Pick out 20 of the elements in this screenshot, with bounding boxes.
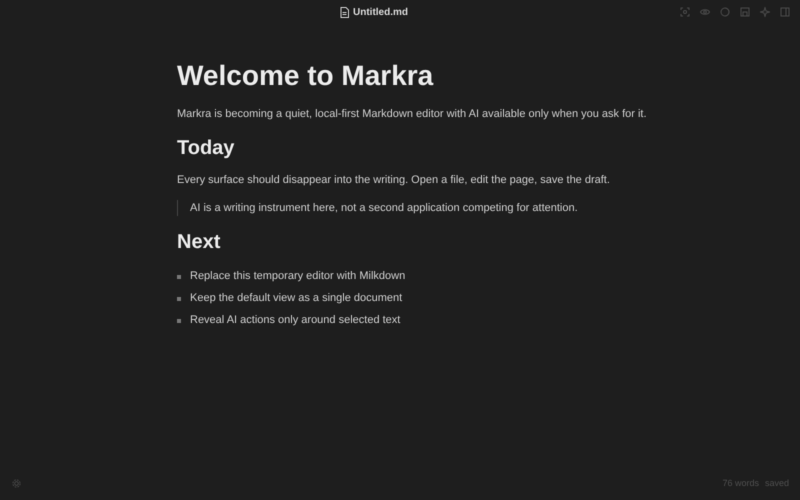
paragraph: Markra is becoming a quiet, local-first Markdown editor with AI available only when you ask for it. [177, 107, 647, 122]
eye-icon[interactable] [700, 7, 710, 17]
list-item: Keep the default view as a single document [190, 291, 402, 306]
file-icon [340, 7, 349, 18]
bullet-icon [177, 296, 181, 300]
panel-icon[interactable] [780, 7, 790, 17]
list-item: Replace this temporary editor with Milkdown [190, 269, 406, 284]
save-icon[interactable] [740, 7, 750, 17]
section-heading: Today [177, 136, 236, 161]
section-heading: Next [177, 230, 222, 255]
paragraph: Every surface should disappear into the writing. Open a file, edit the page, save the draft. [177, 173, 610, 188]
bullet-icon [177, 274, 181, 278]
file-name: Untitled.md [353, 6, 408, 20]
focus-icon[interactable] [680, 7, 690, 17]
settings-icon[interactable] [12, 479, 21, 488]
sparkle-icon[interactable] [760, 7, 770, 17]
bullet-icon [177, 318, 181, 322]
blockquote-text: AI is a writing instrument here, not a second application competing for attention. [190, 200, 578, 216]
document-title: Welcome to Markra [177, 59, 434, 93]
list-item: Reveal AI actions only around selected text [190, 313, 400, 328]
